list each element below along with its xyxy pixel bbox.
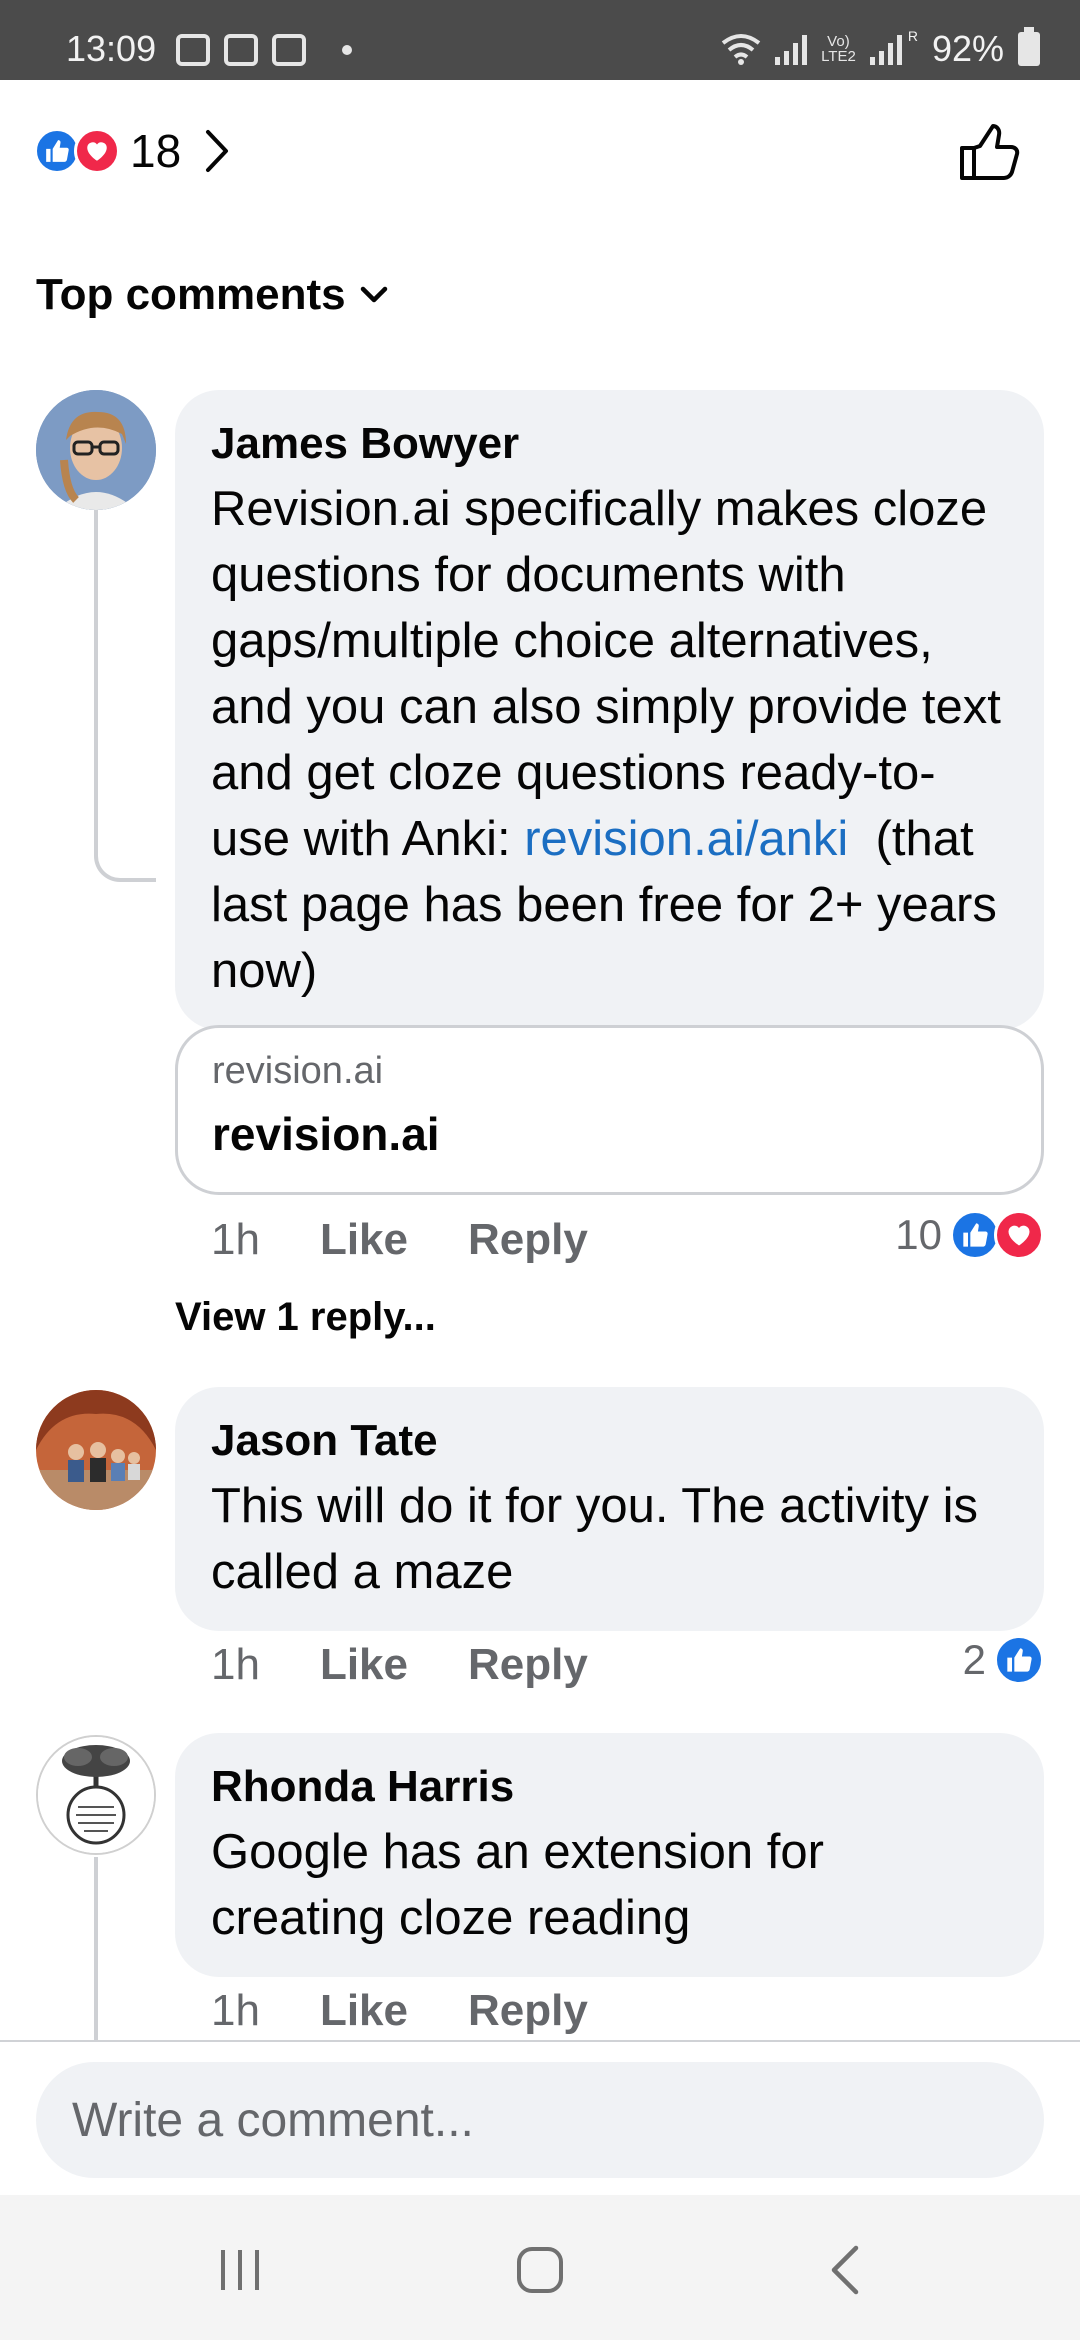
mail-notification-icon <box>224 34 258 66</box>
comment-author[interactable]: Jason Tate <box>211 1413 1008 1469</box>
reaction-count: 18 <box>130 125 182 177</box>
signal-label: R <box>907 28 918 44</box>
more-notifications-dot-icon <box>342 45 352 55</box>
avatar[interactable] <box>36 390 156 510</box>
battery-percent: 92% <box>931 28 1004 69</box>
avatar[interactable] <box>36 1390 156 1510</box>
volte-label-top: Vo) <box>827 33 850 50</box>
comment-reaction-count: 10 <box>895 1211 942 1258</box>
sort-label: Top comments <box>36 270 346 319</box>
recent-apps-icon <box>221 2250 259 2290</box>
comments-sheet: 18 Top comments James Bowyer Revision.ai… <box>0 80 1080 2195</box>
system-navigation-bar <box>0 2195 1080 2340</box>
link-preview-domain: revision.ai <box>212 1050 384 1092</box>
signal-icon <box>775 33 808 65</box>
camera-notification-icon <box>176 34 210 66</box>
status-right: Vo) LTE2 R 92% <box>721 27 1040 70</box>
like-button[interactable]: Like <box>320 1986 408 2036</box>
comment-reactions[interactable]: 2 <box>963 1635 1044 1685</box>
sort-comments-dropdown[interactable]: Top comments <box>36 270 388 320</box>
signal-2-icon <box>869 33 902 65</box>
comment-author[interactable]: Rhonda Harris <box>211 1759 1008 1815</box>
comment-text: Google has an extension for creating clo… <box>211 1825 824 1945</box>
comment-bubble[interactable]: James Bowyer Revision.ai specifically ma… <box>175 390 1044 1030</box>
back-icon <box>831 2245 859 2295</box>
comment-reactions[interactable]: 10 <box>895 1210 1044 1260</box>
like-button[interactable]: Like <box>320 1215 408 1265</box>
status-bar: 13:09 Vo) LTE2 R 92% <box>0 0 1080 80</box>
comment-text-part: Revision.ai specifically makes cloze que… <box>211 482 1001 866</box>
home-icon <box>517 2247 563 2293</box>
comment-author[interactable]: James Bowyer <box>211 416 1008 472</box>
wifi-icon <box>721 34 761 65</box>
reply-button[interactable]: Reply <box>468 1640 588 1690</box>
comment-time[interactable]: 1h <box>211 1215 260 1265</box>
reply-button[interactable]: Reply <box>468 1215 588 1265</box>
comment-reaction-count: 2 <box>962 1636 986 1683</box>
love-reaction-icon <box>74 128 120 174</box>
reactions-summary[interactable]: 18 <box>34 124 229 178</box>
notification-icons <box>176 34 352 66</box>
comment-bubble[interactable]: Jason Tate This will do it for you. The … <box>175 1387 1044 1631</box>
back-button[interactable] <box>805 2235 885 2305</box>
comment-time[interactable]: 1h <box>211 1986 260 2036</box>
comment-text: Revision.ai specifically makes cloze que… <box>211 476 1008 1004</box>
chevron-down-icon <box>360 286 387 303</box>
battery-icon <box>1018 27 1040 66</box>
like-post-button-icon[interactable] <box>958 122 1020 182</box>
thread-line <box>94 510 98 810</box>
check-notification-icon <box>272 34 306 66</box>
home-button[interactable] <box>500 2235 580 2305</box>
thread-connector <box>94 810 156 882</box>
comment-time[interactable]: 1h <box>211 1640 260 1690</box>
chevron-right-icon <box>206 130 229 172</box>
like-reaction-icon <box>950 1210 1000 1260</box>
like-reaction-icon <box>994 1635 1044 1685</box>
love-reaction-icon <box>994 1210 1044 1260</box>
recent-apps-button[interactable] <box>200 2235 280 2305</box>
link-preview-title: revision.ai <box>212 1108 440 1160</box>
view-replies-link[interactable]: View 1 reply... <box>175 1295 436 1340</box>
volte-indicator: Vo) LTE2 <box>821 34 856 64</box>
link-preview-card[interactable]: revision.ai revision.ai <box>175 1025 1044 1195</box>
comment-bubble[interactable]: Rhonda Harris Google has an extension fo… <box>175 1733 1044 1977</box>
comment-actions: 1h Like Reply <box>211 1215 588 1265</box>
comment-input[interactable] <box>36 2062 1044 2178</box>
status-time: 13:09 <box>66 28 157 69</box>
comment-actions: 1h Like Reply <box>211 1640 588 1690</box>
comment-text: This will do it for you. The activity is… <box>211 1479 979 1599</box>
comment-link[interactable]: revision.ai/anki <box>524 812 848 866</box>
reply-button[interactable]: Reply <box>468 1986 588 2036</box>
like-button[interactable]: Like <box>320 1640 408 1690</box>
comment-composer-bar <box>0 2040 1080 2195</box>
volte-label-bottom: LTE2 <box>821 48 856 65</box>
comment-actions: 1h Like Reply <box>211 1986 588 2036</box>
avatar[interactable] <box>36 1735 156 1855</box>
